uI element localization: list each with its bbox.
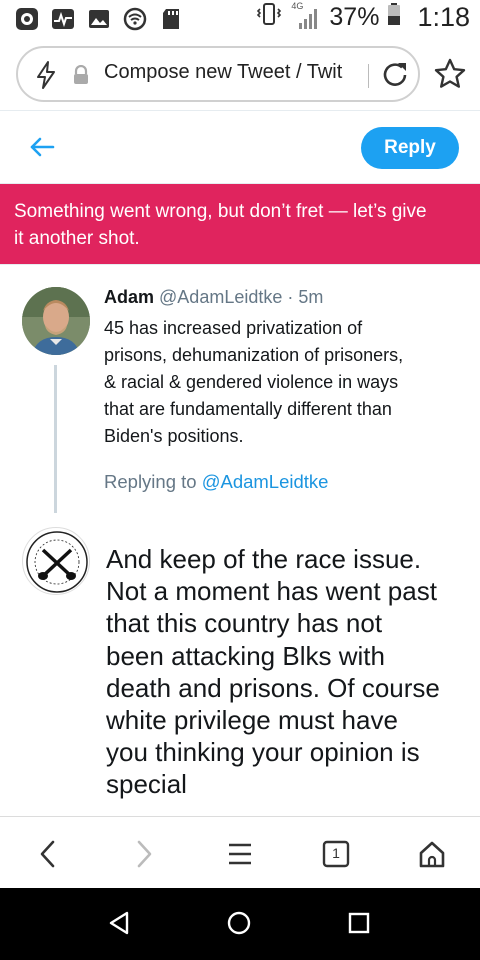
- compose-text-line: death and prisons. Of course: [106, 672, 440, 703]
- status-right: 4G 37% 1:18: [255, 1, 470, 33]
- nav-home-icon[interactable]: [226, 910, 252, 941]
- battery-icon: [387, 2, 401, 33]
- tweet-header: Adam @AdamLeidtke · 5m: [104, 287, 323, 308]
- vibrate-icon: [255, 2, 283, 33]
- nav-recents-icon[interactable]: [346, 910, 372, 941]
- clock: 1:18: [417, 2, 470, 32]
- compose-text-line: that this country has not: [106, 608, 383, 639]
- menu-icon[interactable]: [223, 837, 257, 871]
- compose-header: Reply: [0, 111, 480, 183]
- hotspot-icon: [122, 6, 148, 32]
- url-text[interactable]: Compose new Tweet / Twit: [104, 61, 366, 84]
- lock-icon: [72, 64, 90, 90]
- signal-icon: 4G: [291, 1, 321, 33]
- address-bar[interactable]: Compose new Tweet / Twit: [16, 46, 420, 102]
- tweet-text-line: & racial & gendered violence in ways: [104, 372, 399, 392]
- separator-dot: ·: [287, 287, 294, 307]
- compose-text-line: And keep of the race issue.: [106, 544, 422, 574]
- back-arrow-icon[interactable]: [28, 133, 56, 166]
- status-bar: 4G 37% 1:18: [0, 0, 480, 38]
- pulse-icon: [50, 6, 76, 32]
- notification-icons: [14, 6, 184, 32]
- tweet-text: 45 has increased privatization of prison…: [104, 315, 464, 450]
- replied-tweet[interactable]: Adam @AdamLeidtke · 5m 45 has increased …: [0, 265, 480, 515]
- browser-toolbar: Compose new Tweet / Twit: [0, 40, 480, 106]
- forward-icon[interactable]: [127, 837, 161, 871]
- battery-percent: 37%: [329, 3, 380, 31]
- compose-text-line: you thinking your opinion is: [106, 737, 420, 768]
- tweet-text-line: prisons, dehumanization of prisoners,: [104, 345, 404, 365]
- reload-icon[interactable]: [378, 58, 412, 97]
- compose-area[interactable]: And keep of the race issue. Not a moment…: [0, 515, 480, 815]
- replying-mention-link[interactable]: @AdamLeidtke: [202, 471, 329, 492]
- replying-to: Replying to @AdamLeidtke: [104, 471, 328, 493]
- app-icon: [14, 6, 40, 32]
- image-icon: [86, 6, 112, 32]
- home-icon[interactable]: [415, 837, 449, 871]
- error-banner: Something went wrong, but don’t fret — l…: [0, 184, 480, 264]
- compose-text[interactable]: And keep of the race issue. Not a moment…: [106, 543, 476, 801]
- bolt-icon[interactable]: [34, 60, 58, 95]
- star-icon[interactable]: [434, 58, 466, 95]
- url-divider: [368, 64, 369, 88]
- replying-prefix: Replying to: [104, 471, 202, 492]
- system-navigation-bar: [0, 888, 480, 960]
- author-name[interactable]: Adam: [104, 287, 154, 307]
- tabs-button[interactable]: 1: [319, 837, 353, 871]
- tweet-time[interactable]: 5m: [298, 287, 323, 307]
- thread-line: [54, 365, 57, 513]
- error-message-line1: Something went wrong, but don’t fret — l…: [14, 201, 427, 222]
- tabs-icon: 1: [322, 840, 350, 868]
- tweet-text-line: that are fundamentally different than: [104, 399, 392, 419]
- tab-count: 1: [332, 845, 340, 861]
- avatar[interactable]: [22, 287, 90, 355]
- tweet-text-line: Biden's positions.: [104, 426, 244, 446]
- avatar[interactable]: [22, 527, 90, 595]
- tweet-text-line: 45 has increased privatization of: [104, 318, 363, 338]
- compose-text-line: white privilege must have: [106, 705, 398, 736]
- compose-text-line: special: [106, 769, 187, 800]
- browser-bottom-toolbar: 1: [0, 816, 480, 888]
- compose-text-line: been attacking Blks with: [106, 640, 385, 671]
- error-message-line2: it another shot.: [14, 228, 140, 249]
- sd-card-icon: [158, 6, 184, 32]
- back-icon[interactable]: [31, 837, 65, 871]
- reply-button[interactable]: Reply: [361, 127, 459, 169]
- compose-text-line: Not a moment has went past: [106, 576, 437, 607]
- author-handle[interactable]: @AdamLeidtke: [159, 287, 282, 307]
- nav-back-icon[interactable]: [107, 910, 133, 941]
